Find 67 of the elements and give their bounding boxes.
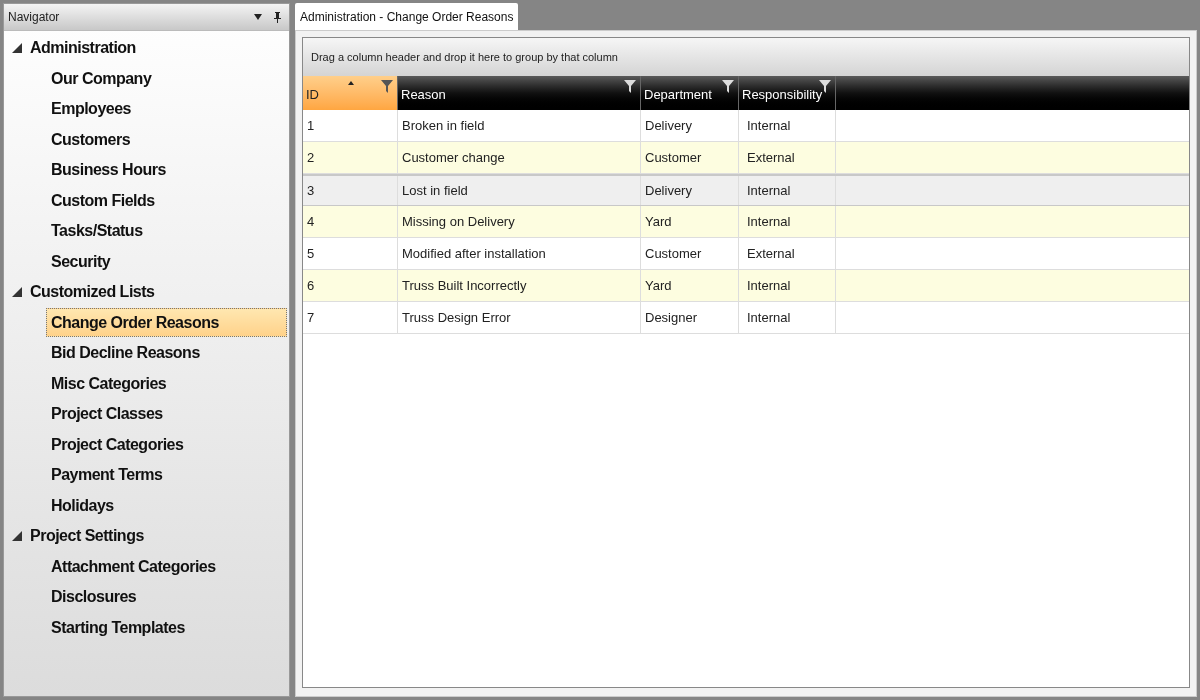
table-cell: Internal: [739, 270, 836, 301]
tree-item[interactable]: Our Company: [46, 64, 287, 94]
tree-group-item[interactable]: Customized Lists: [4, 277, 289, 308]
grid-row[interactable]: 5 Modified after installation Customer External: [303, 238, 1189, 270]
tree-item[interactable]: Disclosures: [46, 582, 287, 612]
table-cell: Missing on Delivery: [398, 206, 641, 237]
filter-icon[interactable]: [624, 80, 636, 93]
grid-row[interactable]: 6 Truss Built Incorrectly Yard Internal: [303, 270, 1189, 302]
tree-item[interactable]: Bid Decline Reasons: [46, 338, 287, 368]
table-cell: Customer: [641, 238, 739, 269]
table-cell: Broken in field: [398, 110, 641, 141]
tree-group-item[interactable]: Project Settings: [4, 521, 289, 552]
tree-item[interactable]: Misc Categories: [46, 369, 287, 399]
tree-item[interactable]: Security: [46, 247, 287, 277]
tree-item[interactable]: Project Classes: [46, 399, 287, 429]
table-cell: Delivery: [641, 176, 739, 205]
column-header[interactable]: ID: [303, 76, 398, 110]
table-cell: Designer: [641, 302, 739, 333]
tree-item[interactable]: Employees: [46, 94, 287, 124]
grid-row[interactable]: 3 Lost in field Delivery Internal: [303, 174, 1189, 206]
table-cell: Internal: [739, 302, 836, 333]
table-cell: Internal: [739, 176, 836, 205]
table-cell: 4: [303, 206, 398, 237]
document-tab[interactable]: Administration - Change Order Reasons: [295, 3, 519, 30]
tree-item[interactable]: Business Hours: [46, 155, 287, 185]
tree-item[interactable]: Holidays: [46, 491, 287, 521]
table-cell: Internal: [739, 110, 836, 141]
table-cell: Internal: [739, 206, 836, 237]
grid-row[interactable]: 7 Truss Design Error Designer Internal: [303, 302, 1189, 334]
tree-item[interactable]: Custom Fields: [46, 186, 287, 216]
expand-triangle-icon[interactable]: [12, 287, 22, 298]
tree-item[interactable]: Starting Templates: [46, 613, 287, 643]
table-cell: Yard: [641, 206, 739, 237]
tree-item[interactable]: Payment Terms: [46, 460, 287, 490]
group-hint: Drag a column header and drop it here to group by that column: [311, 49, 618, 65]
tree-item[interactable]: Project Categories: [46, 430, 287, 460]
expand-triangle-icon[interactable]: [12, 43, 22, 54]
table-cell: 3: [303, 176, 398, 205]
tree-item[interactable]: Tasks/Status: [46, 216, 287, 246]
tree-item[interactable]: Customers: [46, 125, 287, 155]
filter-icon[interactable]: [722, 80, 734, 93]
table-cell: Delivery: [641, 110, 739, 141]
table-cell: 1: [303, 110, 398, 141]
table-cell: Truss Built Incorrectly: [398, 270, 641, 301]
table-cell: 7: [303, 302, 398, 333]
tree-item[interactable]: Attachment Categories: [46, 552, 287, 582]
table-cell: Yard: [641, 270, 739, 301]
table-cell: External: [739, 142, 836, 173]
table-cell: 5: [303, 238, 398, 269]
table-cell: Truss Design Error: [398, 302, 641, 333]
expand-triangle-icon[interactable]: [12, 531, 22, 542]
sort-arrow-icon: [348, 81, 354, 85]
table-cell: Modified after installation: [398, 238, 641, 269]
table-cell: Customer change: [398, 142, 641, 173]
table-cell: 2: [303, 142, 398, 173]
panel-title: Navigator: [8, 9, 61, 26]
tree-item[interactable]: Change Order Reasons: [46, 308, 287, 338]
pin-icon[interactable]: [274, 11, 281, 23]
table-cell: Lost in field: [398, 176, 641, 205]
table-cell: External: [739, 238, 836, 269]
grid-row[interactable]: 4 Missing on Delivery Yard Internal: [303, 206, 1189, 238]
dropdown-icon[interactable]: [254, 14, 262, 20]
grid-row[interactable]: 2 Customer change Customer External: [303, 142, 1189, 174]
table-cell: Customer: [641, 142, 739, 173]
table-cell: 6: [303, 270, 398, 301]
tree-group-item[interactable]: Administration: [4, 33, 289, 64]
grid-row[interactable]: 1 Broken in field Delivery Internal: [303, 110, 1189, 142]
